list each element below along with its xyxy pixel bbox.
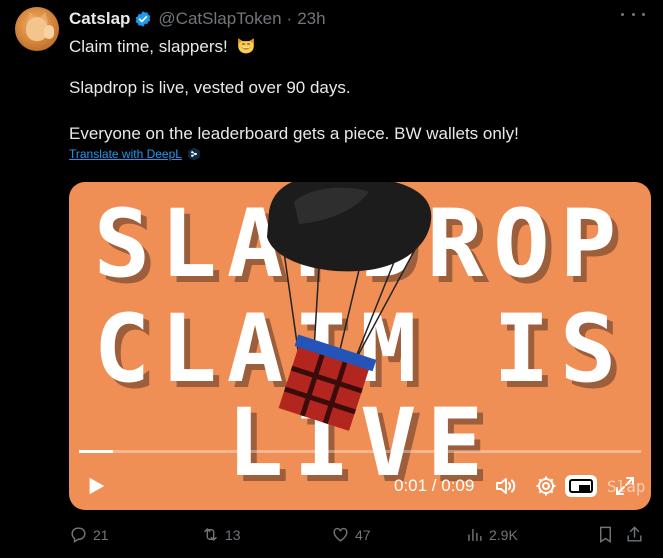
share-button[interactable] — [625, 525, 649, 544]
bookmark-button[interactable] — [596, 525, 620, 544]
view-count: 2.9K — [489, 526, 518, 543]
display-name[interactable]: Catslap — [69, 9, 130, 29]
post-time[interactable]: 23h — [297, 9, 325, 29]
bookmark-icon — [600, 526, 611, 543]
fullscreen-icon[interactable] — [613, 474, 637, 498]
tweet-text-line-3: Everyone on the leaderboard gets a piece… — [69, 124, 519, 143]
verified-badge-icon[interactable] — [134, 10, 152, 28]
reply-count: 21 — [93, 526, 109, 543]
user-handle[interactable]: @CatSlapToken — [158, 9, 281, 29]
settings-gear-icon[interactable] — [534, 474, 558, 498]
picture-in-picture-icon[interactable] — [565, 474, 597, 498]
header-separator: · — [286, 9, 293, 28]
reply-icon — [71, 527, 86, 543]
analytics-bar-icon — [468, 528, 482, 541]
reply-button[interactable]: 21 — [69, 525, 109, 544]
video-timecode: 0:01 / 0:09 — [394, 476, 475, 495]
share-icon — [627, 526, 642, 542]
airdrop-crate-parachute-icon — [267, 182, 432, 431]
play-icon[interactable] — [85, 475, 107, 497]
heart-icon — [333, 527, 348, 542]
repost-icon — [204, 528, 217, 541]
translate-link[interactable]: Translate with DeepL — [69, 147, 201, 161]
tweet-action-bar: 21 13 47 2.9K — [69, 525, 642, 547]
like-button[interactable]: 47 — [331, 525, 371, 544]
repost-button[interactable]: 13 — [201, 525, 241, 544]
grinning-cat-emoji-icon — [238, 38, 255, 54]
volume-icon[interactable] — [493, 474, 517, 498]
tweet-line-1: Claim time, slappers! — [69, 37, 228, 56]
repost-count: 13 — [225, 526, 241, 543]
tweet-text-line-2: Slapdrop is live, vested over 90 days. — [69, 78, 351, 97]
deepl-icon — [188, 147, 200, 161]
video-progress-fill — [79, 450, 113, 453]
views-button[interactable]: 2.9K — [465, 525, 518, 544]
more-options-icon[interactable] — [621, 6, 645, 22]
avatar-paw — [44, 25, 54, 39]
video-player[interactable]: SLAPDROP CLAIM IS LIVE 0:01 / 0:09 — [69, 182, 651, 510]
translate-label[interactable]: Translate with DeepL — [69, 147, 182, 161]
tweet-text-line-1: Claim time, slappers! — [69, 35, 256, 57]
tweet-header: Catslap @CatSlapToken · 23h — [69, 8, 663, 30]
avatar[interactable] — [15, 7, 59, 51]
video-progress-bar[interactable] — [79, 450, 641, 453]
like-count: 47 — [355, 526, 371, 543]
